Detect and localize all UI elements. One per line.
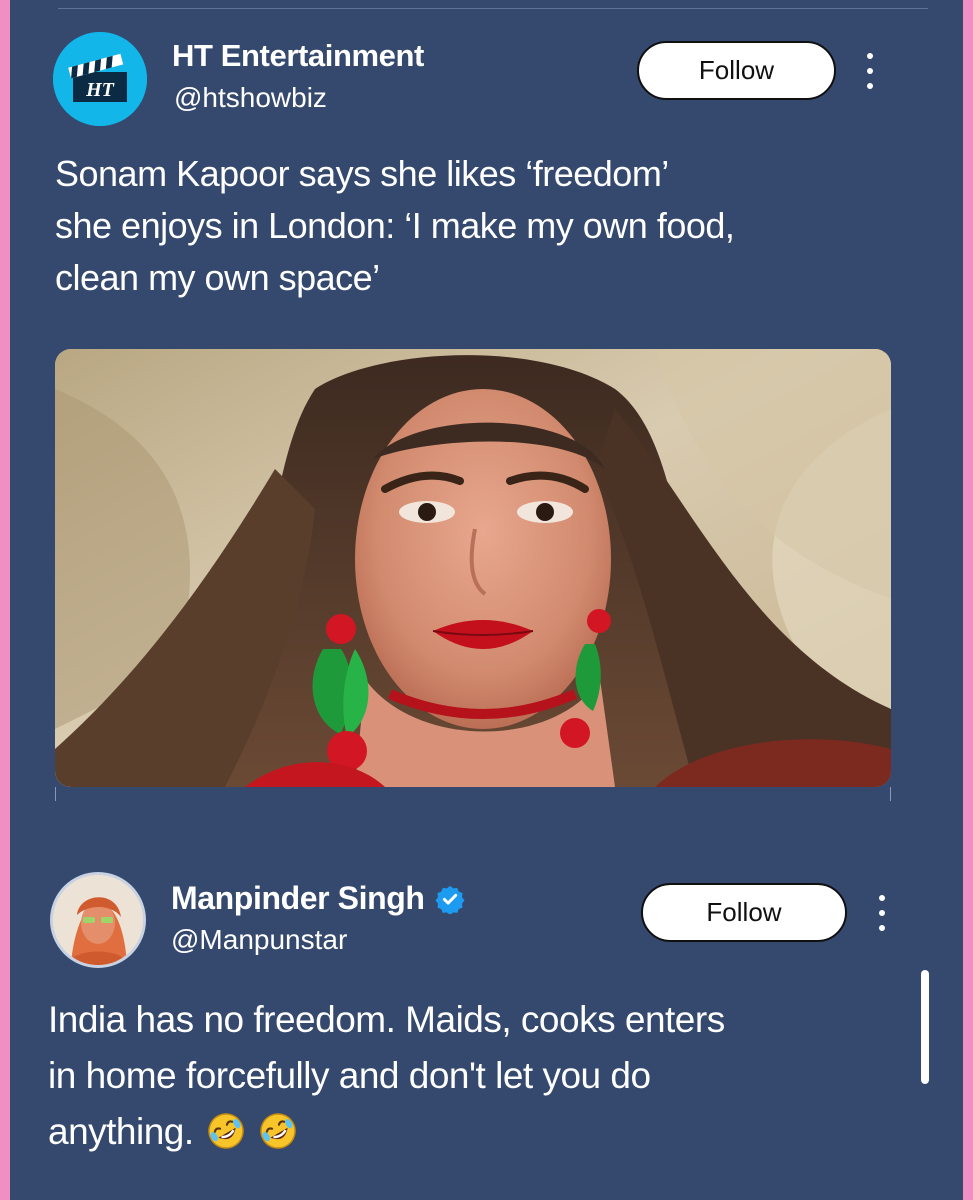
tweet-text: Sonam Kapoor says she likes ‘freedom’ sh… [55, 148, 735, 304]
tweet-text-line: clean my own space’ [55, 257, 380, 298]
rolling-on-floor-laughing-emoji-icon [208, 1113, 245, 1149]
follow-button[interactable]: Follow [637, 41, 836, 100]
tweet-text-line: Sonam Kapoor says she likes ‘freedom’ [55, 153, 669, 194]
tweet-text-last: anything. [48, 1111, 194, 1152]
author-handle[interactable]: @Manpunstar [171, 924, 347, 956]
tweet-ht-entertainment[interactable]: HT HT Entertainment @htshowbiz Follow So… [10, 0, 963, 810]
author-name-row: Manpinder Singh [171, 880, 465, 917]
author-name[interactable]: Manpinder Singh [171, 880, 425, 917]
tweet-text-line: in home forcefully and don't let you do [48, 1055, 651, 1096]
woman-portrait-image [55, 349, 891, 787]
more-options-icon[interactable] [877, 895, 887, 931]
verified-badge-icon [435, 885, 465, 914]
screenshot-screen: HT HT Entertainment @htshowbiz Follow So… [10, 0, 963, 1200]
follow-button[interactable]: Follow [641, 883, 847, 942]
tweet-text-line: India has no freedom. Maids, cooks enter… [48, 999, 725, 1040]
more-options-icon[interactable] [865, 53, 875, 89]
tweet-text: India has no freedom. Maids, cooks enter… [48, 992, 725, 1160]
ht-clapperboard-logo-icon: HT [53, 32, 147, 126]
media-card-frame [55, 787, 891, 801]
rolling-on-floor-laughing-emoji-icon [260, 1113, 296, 1149]
tweet-text-line: she enjoys in London: ‘I make my own foo… [55, 205, 735, 246]
author-name[interactable]: HT Entertainment [172, 38, 424, 74]
author-name-row: HT Entertainment [172, 38, 424, 74]
tweet-media-photo[interactable] [55, 349, 891, 787]
author-handle[interactable]: @htshowbiz [174, 82, 327, 114]
avatar-portrait-icon [53, 875, 143, 965]
ht-logo-text: HT [85, 79, 115, 101]
manpinder-singh-avatar[interactable] [50, 872, 146, 968]
tweet-text-line: anything. [48, 1104, 725, 1160]
ht-entertainment-avatar[interactable]: HT [53, 32, 147, 126]
scrollbar-thumb[interactable] [921, 970, 929, 1084]
